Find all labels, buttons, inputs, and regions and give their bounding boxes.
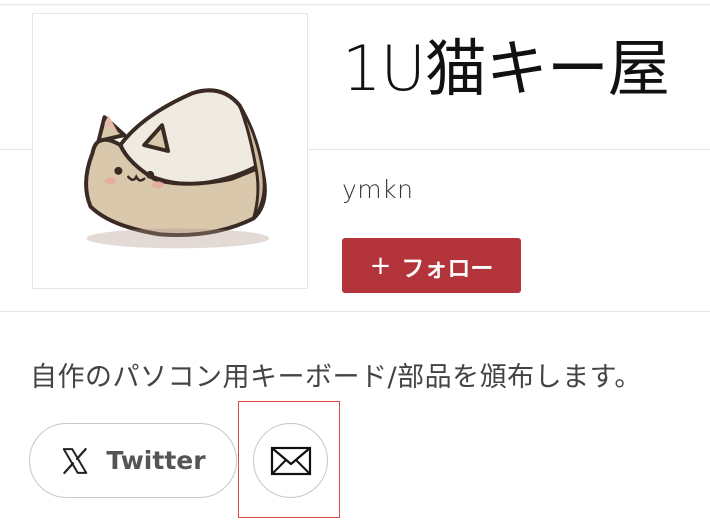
shop-profile-page: 1U猫キー屋 ymkn + フォロー 自作のパソコン用キーボード/部品を頒布しま… — [0, 0, 710, 528]
follow-button-label: フォロー — [401, 255, 494, 282]
x-logo-icon — [60, 446, 90, 476]
cat-keycap-icon — [84, 88, 270, 249]
section-divider — [0, 311, 710, 312]
twitter-button[interactable]: Twitter — [29, 423, 237, 498]
twitter-button-label: Twitter — [106, 446, 206, 475]
shop-description: 自作のパソコン用キーボード/部品を頒布します。 — [30, 362, 642, 393]
follow-button[interactable]: + フォロー — [342, 238, 521, 293]
top-divider — [0, 4, 710, 5]
plus-icon: + — [369, 250, 392, 281]
mail-button[interactable] — [253, 423, 328, 498]
shop-avatar — [32, 13, 308, 289]
envelope-icon — [270, 445, 312, 477]
shop-title: 1U猫キー屋 — [342, 32, 670, 105]
owner-name[interactable]: ymkn — [342, 175, 413, 204]
